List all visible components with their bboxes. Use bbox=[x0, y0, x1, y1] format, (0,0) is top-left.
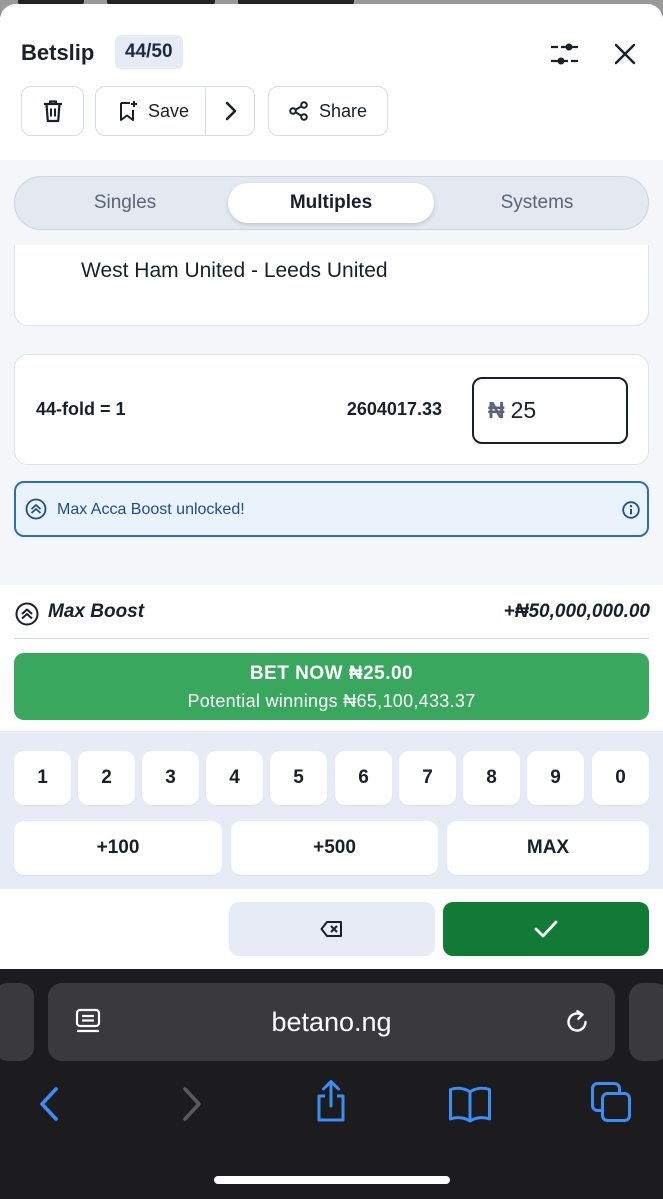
max-stake-button[interactable]: MAX bbox=[447, 821, 649, 875]
currency-symbol: ₦ bbox=[488, 397, 505, 423]
max-boost-label: Max Boost bbox=[48, 601, 145, 622]
stake-keypad: 1 2 3 4 5 6 7 8 9 0 +100 +500 MAX bbox=[0, 731, 663, 889]
key-5[interactable]: 5 bbox=[270, 751, 327, 805]
boost-banner: Max Acca Boost unlocked! bbox=[14, 481, 649, 537]
info-icon[interactable] bbox=[622, 501, 640, 524]
key-3[interactable]: 3 bbox=[142, 751, 199, 805]
next-tab-peek[interactable] bbox=[629, 983, 663, 1061]
backspace-icon bbox=[320, 921, 342, 937]
delete-button[interactable] bbox=[21, 86, 84, 136]
bet-type-tabs-area: Singles Multiples Systems bbox=[0, 160, 663, 245]
share-sheet-icon[interactable] bbox=[309, 1079, 353, 1123]
quick-add-100[interactable]: +100 bbox=[14, 821, 222, 875]
boost-banner-text: Max Acca Boost unlocked! bbox=[57, 501, 245, 518]
key-2[interactable]: 2 bbox=[78, 751, 135, 805]
tab-singles[interactable]: Singles bbox=[22, 183, 228, 223]
save-button[interactable]: Save bbox=[95, 86, 255, 136]
previous-tab-peek[interactable] bbox=[0, 983, 34, 1061]
tab-systems[interactable]: Systems bbox=[434, 183, 640, 223]
back-icon[interactable] bbox=[27, 1082, 71, 1126]
betslip-sheet: Betslip 44/50 Save Share Singles Multipl… bbox=[0, 4, 663, 969]
key-8[interactable]: 8 bbox=[463, 751, 520, 805]
keypad-actions bbox=[0, 889, 663, 969]
key-1[interactable]: 1 bbox=[14, 751, 71, 805]
potential-winnings: Potential winnings ₦65,100,433.37 bbox=[187, 691, 476, 711]
bookmark-add-icon bbox=[120, 101, 137, 121]
backspace-button[interactable] bbox=[229, 902, 435, 956]
divider bbox=[14, 638, 649, 639]
betslip-title: Betslip bbox=[21, 40, 95, 65]
confirm-button[interactable] bbox=[443, 902, 649, 956]
multiple-card: 44-fold = 1 2604017.33 ₦ 25 bbox=[14, 354, 649, 465]
total-odds: 2604017.33 bbox=[346, 399, 442, 419]
save-more-chevron-icon[interactable] bbox=[206, 87, 255, 135]
stake-value: 25 bbox=[510, 397, 537, 423]
quick-add-500[interactable]: +500 bbox=[231, 821, 438, 875]
selection-card[interactable]: West Ham United - Leeds United bbox=[14, 245, 649, 326]
share-label: Share bbox=[318, 100, 368, 121]
bet-now-button[interactable]: BET NOW ₦25.00 Potential winnings ₦65,10… bbox=[14, 653, 649, 720]
trash-icon bbox=[43, 100, 62, 123]
reload-icon[interactable] bbox=[562, 1007, 592, 1042]
betslip-content: West Ham United - Leeds United 44-fold =… bbox=[0, 245, 663, 585]
home-indicator bbox=[214, 1176, 450, 1184]
match-name: West Ham United - Leeds United bbox=[81, 259, 388, 282]
forward-icon bbox=[170, 1082, 214, 1126]
max-boost-value: +₦50,000,000.00 bbox=[503, 601, 650, 622]
key-9[interactable]: 9 bbox=[527, 751, 584, 805]
key-0[interactable]: 0 bbox=[592, 751, 649, 805]
share-button[interactable]: Share bbox=[268, 86, 388, 136]
tabs-overview-icon[interactable] bbox=[589, 1080, 633, 1124]
boost-chevrons-icon bbox=[25, 498, 47, 525]
key-4[interactable]: 4 bbox=[206, 751, 263, 805]
selection-count-badge: 44/50 bbox=[115, 35, 183, 69]
bet-summary: Max Boost +₦50,000,000.00 BET NOW ₦25.00… bbox=[0, 585, 663, 731]
bet-now-label: BET NOW ₦25.00 bbox=[249, 663, 414, 684]
checkmark-icon bbox=[534, 920, 558, 938]
tab-multiples[interactable]: Multiples bbox=[228, 183, 434, 223]
key-6[interactable]: 6 bbox=[335, 751, 392, 805]
address-bar[interactable]: betano.ng bbox=[48, 983, 615, 1061]
settings-sliders-icon[interactable] bbox=[545, 34, 585, 74]
stake-input[interactable]: ₦ 25 bbox=[472, 377, 628, 444]
bet-type-tabs: Singles Multiples Systems bbox=[14, 176, 649, 230]
save-label: Save bbox=[148, 100, 190, 121]
bookmarks-icon[interactable] bbox=[448, 1082, 492, 1126]
safari-browser-chrome: betano.ng bbox=[0, 969, 663, 1199]
url-text: betano.ng bbox=[271, 1007, 392, 1037]
fold-label: 44-fold = 1 bbox=[36, 399, 126, 419]
key-7[interactable]: 7 bbox=[399, 751, 456, 805]
close-icon[interactable] bbox=[605, 34, 645, 74]
share-icon bbox=[289, 101, 308, 121]
betslip-header: Betslip 44/50 Save Share bbox=[0, 4, 663, 160]
max-boost-icon bbox=[15, 602, 39, 631]
